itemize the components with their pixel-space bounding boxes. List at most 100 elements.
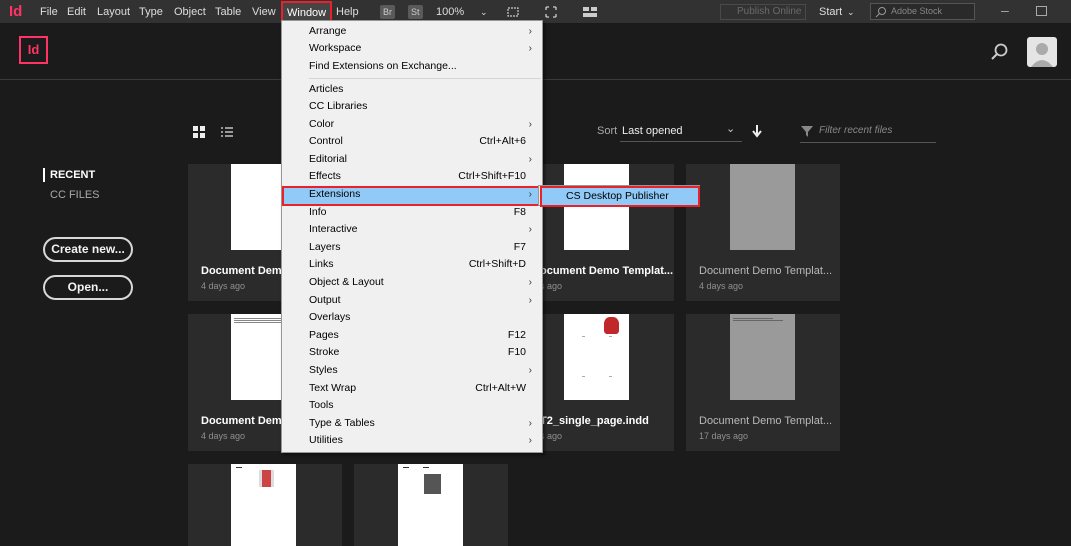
recent-file-card[interactable]: Document Demo Templat... 17 days ago xyxy=(686,314,840,451)
thumb-text-line xyxy=(234,320,284,321)
file-title: ocument Demo Templat... xyxy=(540,265,674,277)
recent-file-card[interactable]: Document Demo Templat... 4 days ago xyxy=(686,164,840,301)
menu-item-shortcut: Ctrl+Alt+W xyxy=(475,382,526,394)
menu-item-interactive[interactable]: Interactive › xyxy=(282,221,542,238)
publish-online-button[interactable]: Publish Online xyxy=(720,4,807,20)
grid-view-icon[interactable] xyxy=(193,126,205,138)
screen-mode-icon[interactable] xyxy=(544,5,558,19)
menu-item-label: CC Libraries xyxy=(309,100,368,112)
menu-item-tools[interactable]: Tools xyxy=(282,397,542,414)
menu-separator xyxy=(309,78,541,79)
file-thumbnail xyxy=(564,164,629,250)
adobe-stock-search[interactable]: Adobe Stock xyxy=(870,3,975,20)
thumb-text-line xyxy=(234,322,284,323)
menu-item-output[interactable]: Output › xyxy=(282,292,542,309)
menu-item-shortcut: F7 xyxy=(513,241,526,253)
frame-view-icon[interactable] xyxy=(506,5,520,19)
avatar[interactable] xyxy=(1027,37,1057,67)
stock-button[interactable]: St xyxy=(408,5,423,19)
restore-button[interactable] xyxy=(1036,6,1047,16)
chevron-right-icon: › xyxy=(528,295,532,306)
recent-file-card[interactable]: T2_single_page.indd s ago xyxy=(520,314,674,451)
search-icon[interactable] xyxy=(990,42,1010,62)
menu-item-type-tables[interactable]: Type & Tables › xyxy=(282,415,542,432)
menu-item-object-layout[interactable]: Object & Layout › xyxy=(282,274,542,291)
menu-item-color[interactable]: Color › xyxy=(282,116,542,133)
menu-item-label: Utilities xyxy=(309,434,343,446)
sort-value: Last opened xyxy=(622,125,683,137)
menu-item-info[interactable]: Info F8 xyxy=(282,204,542,221)
menu-object[interactable]: Object xyxy=(174,0,206,24)
chevron-right-icon: › xyxy=(528,224,532,235)
menu-item-cc-libraries[interactable]: CC Libraries xyxy=(282,98,542,115)
workspace-chevron-icon[interactable]: ⌄ xyxy=(847,0,855,24)
thumb-dot xyxy=(609,336,612,337)
chevron-down-icon: ⌄ xyxy=(726,123,736,135)
menu-item-workspace[interactable]: Workspace › xyxy=(282,40,542,57)
file-date: 4 days ago xyxy=(699,281,744,291)
menu-item-editorial[interactable]: Editorial › xyxy=(282,151,542,168)
menu-item-label: Object & Layout xyxy=(309,276,384,288)
menu-item-arrange[interactable]: Arrange › xyxy=(282,23,542,40)
menu-file[interactable]: File xyxy=(40,0,58,24)
menu-item-label: Pages xyxy=(309,329,339,341)
thumb-product-image xyxy=(259,470,274,487)
menu-item-label: Arrange xyxy=(309,25,347,37)
menu-item-shortcut: F8 xyxy=(513,206,526,218)
menu-item-find-extensions[interactable]: Find Extensions on Exchange... xyxy=(282,58,542,75)
menu-item-styles[interactable]: Styles › xyxy=(282,362,542,379)
recent-file-card[interactable] xyxy=(354,464,508,546)
thumb-text-line xyxy=(423,467,429,468)
menu-item-effects[interactable]: Effects Ctrl+Shift+F10 xyxy=(282,168,542,185)
open-button[interactable]: Open... xyxy=(43,275,133,300)
menu-item-extensions[interactable]: Extensions › xyxy=(282,186,542,206)
list-view-icon[interactable] xyxy=(221,126,233,138)
menu-item-label: Info xyxy=(309,206,327,218)
menu-item-text-wrap[interactable]: Text Wrap Ctrl+Alt+W xyxy=(282,380,542,397)
nav-recent[interactable]: RECENT xyxy=(50,169,95,181)
menu-item-label: Stroke xyxy=(309,346,340,358)
create-new-button[interactable]: Create new... xyxy=(43,237,133,262)
filter-input[interactable]: Filter recent files xyxy=(800,121,936,143)
file-title: Document Demo xyxy=(201,415,289,427)
arrange-documents-icon[interactable] xyxy=(582,5,598,19)
file-thumbnail xyxy=(730,164,795,250)
menu-item-label: Extensions xyxy=(309,188,361,200)
window-menu-dropdown: Arrange › Workspace › Find Extensions on E… xyxy=(281,20,543,453)
file-title: Document Demo Templat... xyxy=(699,265,833,277)
file-title: Document Demo xyxy=(201,265,289,277)
sort-label: Sort xyxy=(597,125,618,137)
file-thumbnail xyxy=(398,464,463,546)
menu-layout[interactable]: Layout xyxy=(97,0,130,24)
menu-type[interactable]: Type xyxy=(139,0,163,24)
menu-edit[interactable]: Edit xyxy=(67,0,86,24)
publish-online-label: Publish Online xyxy=(737,6,802,17)
sort-direction-icon[interactable] xyxy=(751,124,763,138)
file-title: T2_single_page.indd xyxy=(540,415,649,427)
indesign-logo: Id xyxy=(9,3,23,20)
bridge-button[interactable]: Br xyxy=(380,5,395,19)
menu-item-utilities[interactable]: Utilities › xyxy=(282,432,542,449)
menu-item-layers[interactable]: Layers F7 xyxy=(282,239,542,256)
workspace-switcher[interactable]: Start xyxy=(819,0,842,24)
submenu-item-cs-desktop-publisher[interactable]: CS Desktop Publisher xyxy=(540,186,700,207)
minimize-button[interactable]: – xyxy=(1001,0,1009,24)
nav-cc-files[interactable]: CC FILES xyxy=(50,189,100,201)
filter-placeholder: Filter recent files xyxy=(819,125,893,136)
chevron-right-icon: › xyxy=(528,277,532,288)
menu-view[interactable]: View xyxy=(252,0,276,24)
menu-item-links[interactable]: Links Ctrl+Shift+D xyxy=(282,256,542,273)
menu-item-pages[interactable]: Pages F12 xyxy=(282,327,542,344)
menu-item-control[interactable]: Control Ctrl+Alt+6 xyxy=(282,133,542,150)
menu-item-label: Effects xyxy=(309,170,341,182)
menu-item-label: Overlays xyxy=(309,311,351,323)
menu-item-stroke[interactable]: Stroke F10 xyxy=(282,344,542,361)
chevron-right-icon: › xyxy=(528,365,532,376)
thumb-text-line xyxy=(733,320,783,321)
sort-dropdown[interactable]: Last opened ⌄ xyxy=(620,121,742,142)
menu-item-articles[interactable]: Articles xyxy=(282,81,542,98)
recent-file-card[interactable] xyxy=(188,464,342,546)
menu-item-overlays[interactable]: Overlays xyxy=(282,309,542,326)
menu-item-label: Links xyxy=(309,258,334,270)
menu-table[interactable]: Table xyxy=(215,0,241,24)
